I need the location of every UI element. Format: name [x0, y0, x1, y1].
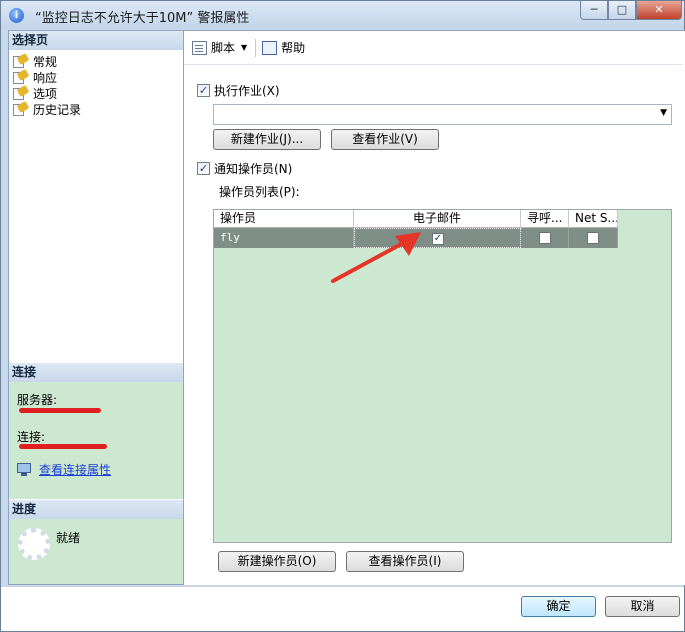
script-dropdown-arrow-icon[interactable]: ▼: [241, 43, 247, 52]
connection-header: 连接: [9, 363, 183, 382]
progress-spinner-icon: [18, 528, 50, 560]
toolbar-separator: [255, 38, 257, 57]
server-label: 服务器:: [17, 393, 58, 407]
left-pane: 选择页 常规 响应 选项 历史记录 连接 服务器: 连接: 查看连接属性 进度: [8, 30, 184, 585]
page-settings-icon: [13, 68, 30, 84]
email-notify-checkbox[interactable]: ✓: [432, 233, 444, 245]
progress-status: 就绪: [56, 531, 81, 545]
title-bar: i “监控日志不允许大于10M” 警报属性 ─ □ ✕: [1, 1, 684, 29]
operator-grid[interactable]: 操作员 电子邮件 寻呼... Net S... fly ✓: [213, 209, 672, 543]
new-operator-button[interactable]: 新建操作员(O): [218, 551, 336, 572]
redaction-mark: [19, 408, 101, 413]
page-settings-icon: [13, 52, 30, 68]
minimize-button[interactable]: ─: [580, 1, 608, 20]
connection-label: 连接:: [17, 430, 46, 444]
monitor-icon: [17, 463, 33, 476]
page-item-history[interactable]: 历史记录: [13, 100, 82, 117]
view-connection-link-text[interactable]: 查看连接属性: [39, 461, 111, 478]
page-item-label: 响应: [33, 70, 58, 85]
close-button[interactable]: ✕: [636, 1, 682, 20]
pager-notify-checkbox[interactable]: [539, 232, 551, 244]
column-header-net-send[interactable]: Net S...: [569, 210, 618, 228]
page-item-label: 历史记录: [33, 102, 82, 117]
window-controls: ─ □ ✕: [580, 1, 682, 21]
alert-properties-dialog: i “监控日志不允许大于10M” 警报属性 ─ □ ✕ 选择页 常规 响应 选项…: [0, 0, 685, 632]
column-header-pager[interactable]: 寻呼...: [521, 210, 569, 228]
execute-job-checkbox[interactable]: ✓: [197, 84, 210, 97]
pager-cell[interactable]: [521, 228, 569, 248]
help-button[interactable]: 帮助: [281, 39, 305, 56]
script-icon[interactable]: [192, 40, 207, 55]
progress-header: 进度: [9, 500, 183, 519]
view-connection-properties-link[interactable]: 查看连接属性: [17, 461, 111, 478]
view-operator-button[interactable]: 查看操作员(I): [346, 551, 464, 572]
page-item-label: 常规: [33, 54, 58, 69]
page-settings-icon: [13, 84, 30, 100]
execute-job-label: 执行作业(X): [214, 84, 280, 98]
select-page-header: 选择页: [9, 31, 183, 50]
right-pane: 脚本 ▼ 帮助 ✓ 执行作业(X) ▼ 新建作业(J)... 查看作业(V) ✓…: [184, 30, 685, 585]
info-icon: i: [9, 8, 24, 23]
window-title: “监控日志不允许大于10M” 警报属性: [35, 11, 250, 26]
page-item-response[interactable]: 响应: [13, 68, 58, 85]
ok-button[interactable]: 确定: [521, 596, 596, 617]
cancel-button[interactable]: 取消: [605, 596, 680, 617]
page-settings-icon: [13, 100, 30, 116]
notify-operators-label: 通知操作员(N): [214, 162, 293, 176]
maximize-button[interactable]: □: [608, 1, 636, 20]
help-icon[interactable]: [262, 40, 278, 55]
new-job-button[interactable]: 新建作业(J)...: [213, 129, 321, 150]
redaction-mark: [19, 444, 107, 449]
job-combo[interactable]: ▼: [213, 104, 672, 125]
net-send-cell[interactable]: [569, 228, 618, 248]
page-item-label: 选项: [33, 86, 58, 101]
page-item-general[interactable]: 常规: [13, 52, 58, 69]
view-job-button[interactable]: 查看作业(V): [331, 129, 439, 150]
chevron-down-icon[interactable]: ▼: [660, 108, 667, 118]
script-button[interactable]: 脚本: [211, 39, 235, 56]
dialog-footer: 确定 取消: [1, 586, 684, 631]
annotation-arrow-icon: [331, 232, 421, 283]
page-item-options[interactable]: 选项: [13, 84, 58, 101]
notify-operators-checkbox[interactable]: ✓: [197, 162, 210, 175]
toolbar: 脚本 ▼ 帮助: [184, 31, 683, 65]
net-send-notify-checkbox[interactable]: [587, 232, 599, 244]
operator-list-label: 操作员列表(P):: [219, 185, 300, 199]
